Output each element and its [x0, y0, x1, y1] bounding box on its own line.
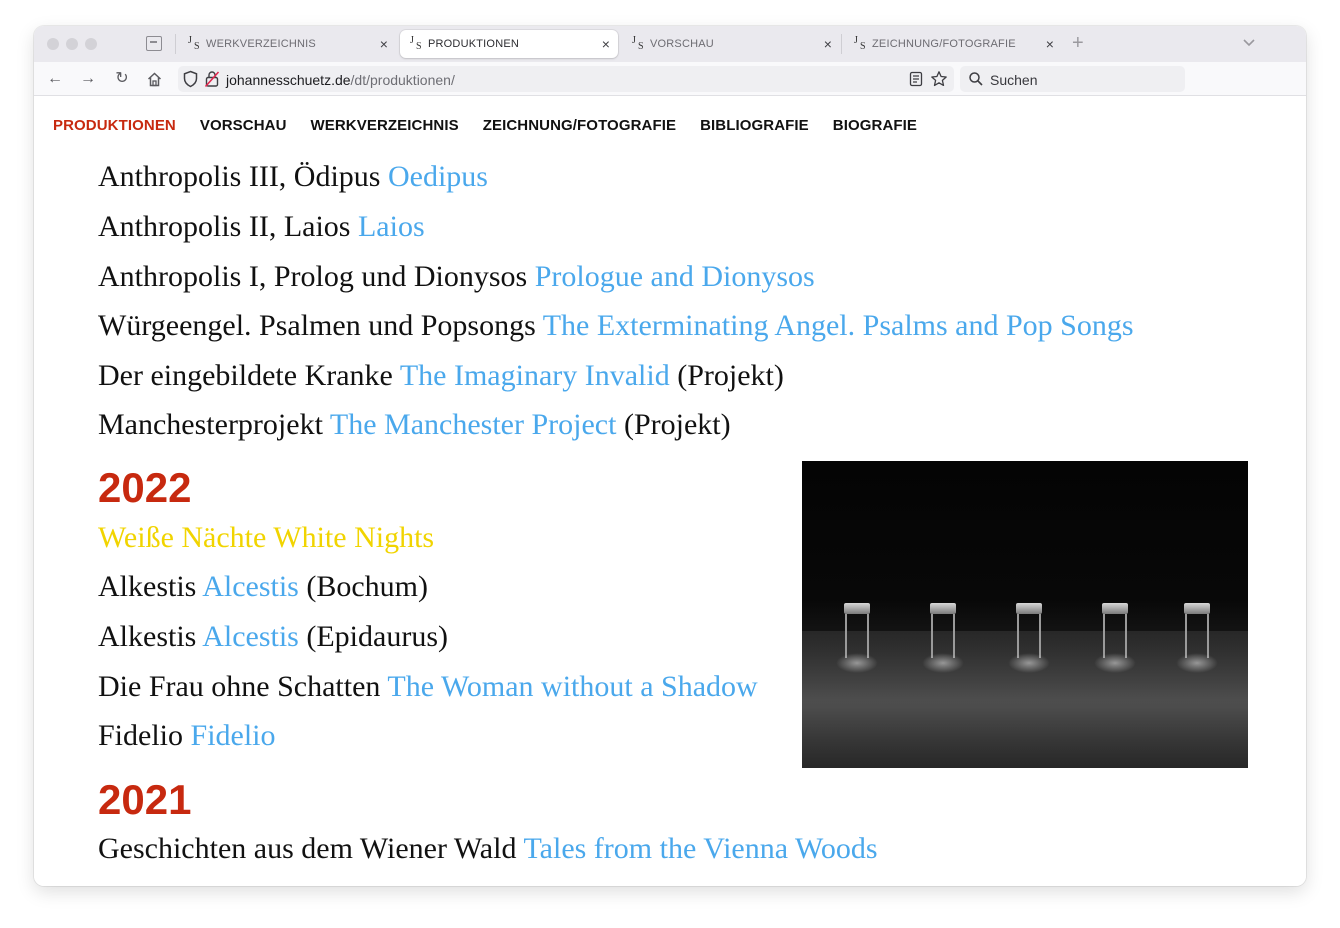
tab-produktionen[interactable]: JS PRODUKTIONEN × [400, 30, 618, 58]
close-tab-icon[interactable]: × [816, 36, 840, 52]
site-favicon-icon: JS [632, 35, 644, 52]
production-entry[interactable]: Anthropolis II, Laios Laios [98, 210, 425, 244]
close-window-button[interactable] [47, 38, 59, 50]
title-de: Der eingebildete Kranke [98, 359, 393, 392]
production-entry[interactable]: Manchesterprojekt The Manchester Project… [98, 408, 731, 442]
browser-window: JS WERKVERZEICHNIS × JS PRODUKTIONEN × J… [34, 26, 1306, 886]
title-en[interactable]: Prologue and Dionysos [535, 260, 815, 293]
tab-bar: JS WERKVERZEICHNIS × JS PRODUKTIONEN × J… [34, 26, 1306, 62]
tab-label: ZEICHNUNG/FOTOGRAFIE [872, 38, 1016, 50]
zoom-window-button[interactable] [85, 38, 97, 50]
title-de: Manchesterprojekt [98, 408, 323, 441]
entry-note: (Projekt) [677, 359, 784, 392]
tracking-shield-icon[interactable] [182, 70, 199, 88]
bookmark-star-icon[interactable] [930, 70, 948, 88]
reload-button[interactable]: ↻ [113, 70, 131, 88]
address-bar[interactable]: johannesschuetz.de/dt/produktionen/ [178, 66, 954, 92]
chair [836, 603, 878, 673]
production-entry[interactable]: Anthropolis III, Ödipus Oedipus [98, 160, 488, 194]
reader-view-icon[interactable] [908, 71, 924, 87]
tab-label: VORSCHAU [650, 38, 714, 50]
title-de: Alkestis [98, 620, 197, 653]
year-heading-2021: 2021 [98, 776, 192, 823]
entry-note: (Bochum) [306, 570, 428, 603]
title-de: Anthropolis II, Laios [98, 210, 351, 243]
production-entry-highlighted[interactable]: Weiße Nächte White Nights [98, 521, 434, 555]
close-tab-icon[interactable]: × [372, 36, 396, 52]
tab-vorschau[interactable]: JS VORSCHAU × [622, 30, 840, 58]
minimize-window-button[interactable] [66, 38, 78, 50]
nav-link-zeichnung-fotografie[interactable]: ZEICHNUNG/FOTOGRAFIE [483, 117, 676, 134]
new-tab-button[interactable]: + [1072, 32, 1084, 55]
navigation-toolbar: ← → ↻ johannesschuetz.de/dt/produktionen… [34, 62, 1306, 96]
production-entry[interactable]: Würgeengel. Psalmen und Popsongs The Ext… [98, 309, 1134, 343]
site-favicon-icon: JS [854, 35, 866, 52]
entry-note: (Projekt) [623, 408, 731, 441]
tab-zeichnung-fotografie[interactable]: JS ZEICHNUNG/FOTOGRAFIE × [844, 30, 1062, 58]
url-domain: johannesschuetz.de [226, 72, 351, 88]
nav-link-produktionen[interactable]: PRODUKTIONEN [53, 117, 176, 134]
title-en[interactable]: Oedipus [388, 160, 488, 193]
title-en[interactable]: Alcestis [202, 570, 299, 603]
forward-button[interactable]: → [79, 70, 97, 88]
title-de: Die Frau ohne Schatten [98, 670, 381, 703]
home-icon[interactable] [146, 71, 163, 88]
url-path: /dt/produktionen/ [350, 72, 455, 88]
close-tab-icon[interactable]: × [1038, 36, 1062, 52]
site-favicon-icon: JS [410, 35, 422, 52]
site-navigation: PRODUKTIONEN VORSCHAU WERKVERZEICHNIS ZE… [53, 117, 917, 134]
year-heading-2022: 2022 [98, 464, 192, 511]
production-entry[interactable]: Der eingebildete Kranke The Imaginary In… [98, 359, 784, 393]
tab-separator [841, 34, 842, 54]
title-de: Fidelio [98, 719, 184, 752]
tab-label: PRODUKTIONEN [428, 38, 520, 50]
search-placeholder: Suchen [990, 72, 1038, 88]
search-icon [969, 72, 983, 86]
title-en[interactable]: The Imaginary Invalid [400, 359, 670, 392]
production-entry[interactable]: Geschichten aus dem Wiener Wald Tales fr… [98, 832, 878, 866]
production-entry[interactable]: Die Frau ohne Schatten The Woman without… [98, 670, 758, 704]
title-en[interactable]: Tales from the Vienna Woods [523, 832, 877, 865]
title-de: Alkestis [98, 570, 197, 603]
production-entry[interactable]: Alkestis Alcestis (Epidaurus) [98, 620, 448, 654]
tab-label: WERKVERZEICHNIS [206, 38, 316, 50]
chair [922, 603, 964, 673]
nav-link-bibliografie[interactable]: BIBLIOGRAFIE [700, 117, 809, 134]
title-de: Anthropolis III, Ödipus [98, 160, 381, 193]
title-en[interactable]: Alcestis [202, 620, 299, 653]
url-text[interactable]: johannesschuetz.de/dt/produktionen/ [226, 72, 455, 88]
title-en[interactable]: Fidelio [191, 719, 276, 752]
title-de: Würgeengel. Psalmen und Popsongs [98, 309, 536, 342]
site-favicon-icon: JS [188, 35, 200, 52]
entry-note: (Epidaurus) [306, 620, 448, 653]
tab-list-chevron-down-icon[interactable] [1242, 35, 1256, 49]
nav-link-vorschau[interactable]: VORSCHAU [200, 117, 287, 134]
nav-link-werkverzeichnis[interactable]: WERKVERZEICHNIS [311, 117, 459, 134]
tab-overview-icon[interactable] [146, 36, 162, 51]
chair [1008, 603, 1050, 673]
production-entry[interactable]: Alkestis Alcestis (Bochum) [98, 570, 428, 604]
nav-link-biografie[interactable]: BIOGRAFIE [833, 117, 917, 134]
tab-separator [175, 34, 176, 54]
title-en[interactable]: The Woman without a Shadow [387, 670, 757, 703]
title-de: Anthropolis I, Prolog und Dionysos [98, 260, 528, 293]
chair [1094, 603, 1136, 673]
title-en[interactable]: The Manchester Project [330, 408, 617, 441]
search-field[interactable]: Suchen [960, 66, 1185, 92]
chair [1176, 603, 1218, 673]
title-en[interactable]: Laios [358, 210, 425, 243]
tab-werkverzeichnis[interactable]: JS WERKVERZEICHNIS × [178, 30, 396, 58]
back-button[interactable]: ← [46, 70, 64, 88]
title-en[interactable]: The Exterminating Angel. Psalms and Pop … [543, 309, 1134, 342]
close-tab-icon[interactable]: × [594, 36, 618, 52]
title-de: Geschichten aus dem Wiener Wald [98, 832, 517, 865]
production-entry[interactable]: Fidelio Fidelio [98, 719, 276, 753]
insecure-lock-icon[interactable] [204, 70, 220, 88]
production-preview-photo [802, 461, 1248, 768]
page-content: PRODUKTIONEN VORSCHAU WERKVERZEICHNIS ZE… [34, 96, 1306, 886]
production-entry[interactable]: Anthropolis I, Prolog und Dionysos Prolo… [98, 260, 815, 294]
